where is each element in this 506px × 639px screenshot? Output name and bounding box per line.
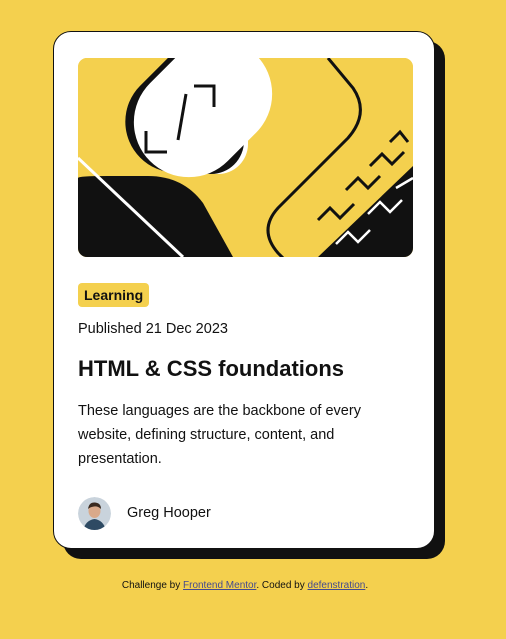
avatar-photo-icon: [78, 496, 111, 530]
author-profile-link[interactable]: defenstration: [308, 580, 366, 591]
attribution-prefix: Challenge by: [121, 580, 183, 591]
author: Greg Hooper: [78, 496, 211, 530]
illustration-graphic: [78, 58, 413, 257]
card-description: These languages are the backbone of ever…: [78, 403, 361, 467]
attribution: Challenge by Frontend Mentor. Coded by d…: [0, 580, 490, 591]
frontend-mentor-link[interactable]: Frontend Mentor: [183, 580, 256, 591]
blog-preview-card: Learning Published 21 Dec 2023 HTML & CS…: [53, 31, 435, 549]
card-illustration: [78, 58, 413, 257]
avatar: [78, 496, 111, 530]
publish-date: Published 21 Dec 2023: [78, 321, 228, 337]
card-title[interactable]: HTML & CSS foundations: [78, 356, 344, 382]
attribution-middle: . Coded by: [256, 580, 308, 591]
category-badge: Learning: [78, 283, 150, 307]
author-name: Greg Hooper: [127, 505, 211, 521]
attribution-suffix: .: [365, 580, 369, 591]
